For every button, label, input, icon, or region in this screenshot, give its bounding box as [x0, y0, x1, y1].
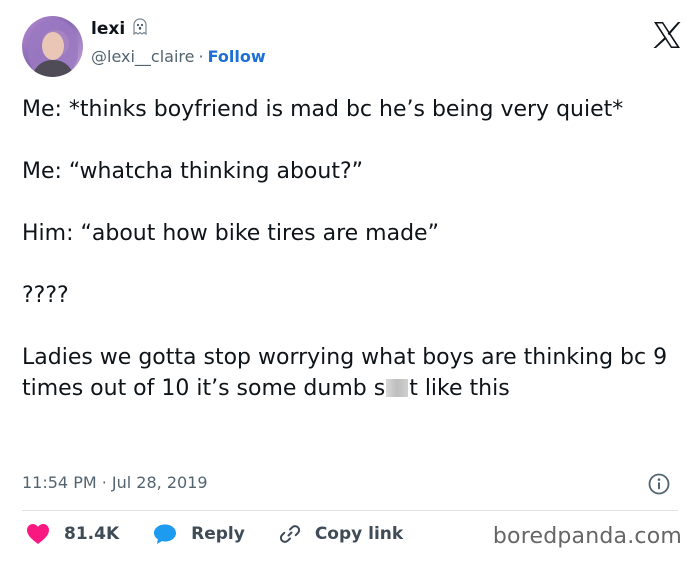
- tweet-line-end: t like this: [409, 376, 510, 401]
- avatar-face: [42, 32, 64, 60]
- handle-separator: ·: [198, 47, 204, 66]
- tweet-header: lexi @lexi__claire · Follow: [22, 16, 682, 78]
- display-name-text: lexi: [91, 18, 126, 39]
- handle[interactable]: @lexi__claire: [91, 47, 194, 66]
- reply-button[interactable]: Reply: [153, 523, 245, 545]
- display-name[interactable]: lexi: [91, 18, 148, 39]
- follow-button[interactable]: Follow: [208, 47, 266, 66]
- tweet-text: Me: *thinks boyfriend is mad bc he’s bei…: [22, 94, 672, 404]
- link-icon: [279, 525, 300, 543]
- reply-bubble-icon: [154, 524, 177, 544]
- ghost-icon: [132, 18, 148, 39]
- tweet-timestamp[interactable]: 11:54 PM · Jul 28, 2019: [22, 473, 208, 492]
- tweet-line: Him: “about how bike tires are made”: [22, 221, 439, 246]
- like-count: 81.4K: [64, 524, 120, 544]
- tweet-line: ????: [22, 283, 69, 308]
- like-button[interactable]: 81.4K: [26, 523, 119, 545]
- tweet-line: Me: *thinks boyfriend is mad bc he’s bei…: [22, 97, 624, 122]
- tweet-line: Me: “whatcha thinking about?”: [22, 159, 364, 184]
- action-bar: 81.4K Reply Copy link: [26, 523, 437, 545]
- watermark: boredpanda.com: [492, 524, 682, 549]
- tweet-line: Ladies we gotta stop worrying what boys …: [22, 342, 672, 404]
- tweet-line-start: Ladies we gotta stop worrying what boys …: [22, 345, 668, 401]
- divider: [22, 510, 678, 511]
- x-logo-icon[interactable]: [652, 20, 682, 50]
- handle-line: @lexi__claire · Follow: [91, 47, 266, 66]
- censor-block: [386, 379, 409, 397]
- copy-link-button[interactable]: Copy link: [279, 523, 403, 545]
- info-icon[interactable]: [648, 473, 670, 495]
- copy-link-label: Copy link: [314, 524, 404, 544]
- reply-label: Reply: [191, 524, 245, 544]
- heart-icon: [27, 524, 49, 544]
- avatar[interactable]: [22, 16, 83, 77]
